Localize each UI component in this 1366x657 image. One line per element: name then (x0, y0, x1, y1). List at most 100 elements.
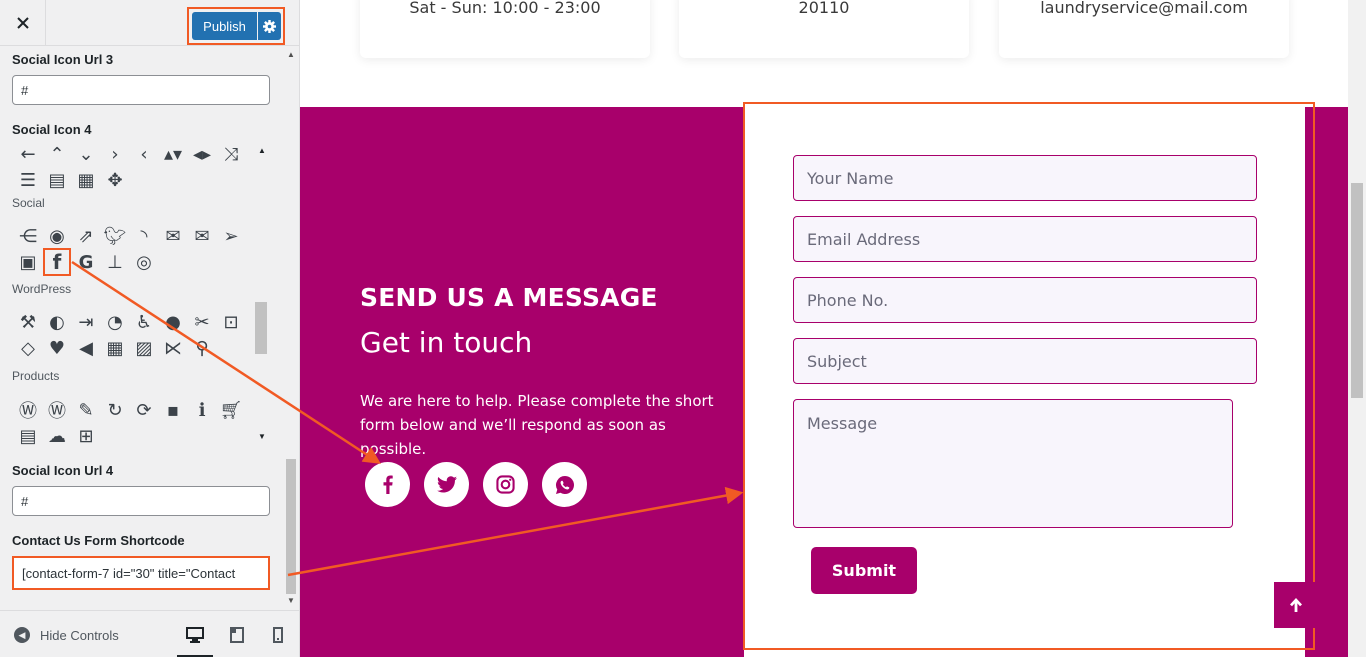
contact-form-shortcode-label: Contact Us Form Shortcode (12, 533, 185, 548)
rss-icon[interactable]: ◝ (132, 224, 156, 248)
hammer-icon[interactable]: ⚒ (16, 310, 40, 334)
facebook-icon (383, 475, 393, 494)
twitter-link[interactable] (424, 462, 469, 507)
customizer-sidebar: Publish Social Icon Url 3 Social Icon 4 … (0, 0, 300, 657)
icon-picker-scroll-thumb[interactable] (255, 302, 267, 354)
collapse-icon: ◀ (14, 627, 30, 643)
chart-area-icon[interactable]: ▨ (132, 336, 156, 360)
chevron-down-icon[interactable]: ⌄ (74, 142, 98, 166)
mobile-icon (273, 627, 283, 643)
performance-icon[interactable]: ◔ (103, 310, 127, 334)
wordpress-icon[interactable]: Ⓦ (16, 398, 40, 422)
nametag-icon[interactable]: ⊡ (219, 310, 243, 334)
edit-page-icon[interactable]: ✎ (74, 398, 98, 422)
preview-mobile-button[interactable] (268, 625, 288, 645)
shuffle-icon[interactable]: ⤨ (219, 142, 243, 166)
megaphone-icon[interactable]: ◀ (74, 336, 98, 360)
publish-button[interactable]: Publish (192, 12, 257, 40)
update-icon[interactable]: ↻ (103, 398, 127, 422)
preview-scrollbar[interactable] (1348, 0, 1366, 657)
close-button[interactable] (0, 0, 46, 46)
email-input[interactable]: Email Address (793, 216, 1257, 262)
art-icon[interactable]: ◐ (45, 310, 69, 334)
share-icon[interactable]: ⋲ (16, 224, 40, 248)
icon-picker-row: ☰ ▤ ▦ ✥ (16, 168, 127, 192)
tickets-icon[interactable]: ✂ (190, 310, 214, 334)
networking-icon[interactable]: ⊥ (103, 250, 127, 274)
move-icon[interactable]: ✥ (103, 168, 127, 192)
grid-view-icon[interactable]: ▦ (74, 168, 98, 192)
hide-controls-button[interactable]: ◀ Hide Controls (14, 627, 119, 643)
phone-input[interactable]: Phone No. (793, 277, 1257, 323)
sidebar-scrollbar[interactable]: ▲ ▼ (285, 46, 297, 610)
twitter-icon[interactable]: 🐦︎ (103, 224, 127, 248)
contact-form: Your Name Email Address Phone No. Subjec… (744, 107, 1305, 657)
universal-access-icon[interactable]: ♿ (132, 310, 156, 334)
contact-form-shortcode-input[interactable] (12, 556, 270, 590)
paper-plane-icon[interactable]: ➢ (219, 224, 243, 248)
submit-button[interactable]: Submit (811, 547, 917, 594)
subject-input[interactable]: Subject (793, 338, 1257, 384)
schedule-icon[interactable]: ▦ (103, 336, 127, 360)
publish-highlight: Publish (187, 7, 285, 45)
cloud-icon[interactable]: ☁ (45, 424, 69, 448)
icon-picker-row: ◇ ♥ ◀ ▦ ▨ ⋉ ⚲ (16, 336, 214, 360)
universal-access-alt-icon[interactable]: ● (161, 310, 185, 334)
preview-tablet-button[interactable] (227, 625, 247, 645)
clipboard-icon[interactable]: ◇ (16, 336, 40, 360)
social-icon-4-label: Social Icon 4 (12, 122, 92, 137)
scroll-down-icon[interactable]: ▼ (287, 596, 295, 605)
google-icon[interactable]: G (74, 250, 98, 274)
icon-picker-scrollbar[interactable]: ▲ ▼ (255, 142, 268, 448)
instagram-link[interactable] (483, 462, 528, 507)
social-icon-url-4-input[interactable] (12, 486, 270, 516)
networking-alt-icon[interactable]: ⋉ (161, 336, 185, 360)
preview-desktop-button[interactable] (177, 625, 213, 657)
social-icon-url-3-input[interactable] (12, 75, 270, 105)
search-icon[interactable]: ⚲ (190, 336, 214, 360)
instagram-icon (496, 475, 515, 494)
scroll-to-top-button[interactable] (1274, 582, 1318, 628)
update-alt-icon[interactable]: ⟳ (132, 398, 156, 422)
icon-group-wordpress-label: WordPress (12, 282, 72, 296)
excerpt-view-icon[interactable]: ▤ (45, 168, 69, 192)
sort-icon[interactable]: ▴▾ (161, 142, 185, 166)
list-view-icon[interactable]: ☰ (16, 168, 40, 192)
share-eye-icon[interactable]: ◉ (45, 224, 69, 248)
scroll-down-icon[interactable]: ▼ (258, 432, 266, 441)
sidebar-footer: ◀ Hide Controls (0, 610, 299, 657)
chevron-left-icon[interactable]: ‹ (132, 142, 156, 166)
facebook-link[interactable] (365, 462, 410, 507)
instagram-icon[interactable]: ◎ (132, 250, 156, 274)
email-icon[interactable]: ✉ (161, 224, 185, 248)
preview-scroll-thumb[interactable] (1351, 183, 1363, 398)
chevron-up-icon[interactable]: ⌃ (45, 142, 69, 166)
scroll-up-icon[interactable]: ▲ (287, 50, 295, 59)
facebook-square-icon[interactable]: ▣ (16, 250, 40, 274)
code-arrows-icon[interactable]: ◂▸ (190, 142, 214, 166)
wordpress-alt-icon[interactable]: Ⓦ (45, 398, 69, 422)
cart-icon[interactable]: 🛒︎ (219, 398, 243, 422)
info-icon[interactable]: ℹ (190, 398, 214, 422)
whatsapp-icon (555, 475, 574, 494)
sidebar-scroll-thumb[interactable] (286, 459, 296, 594)
sidebar-controls: Social Icon Url 3 Social Icon 4 ← ⌃ ⌄ › … (0, 46, 299, 610)
screenoptions-icon[interactable]: ▪ (161, 398, 185, 422)
feedback-icon[interactable]: ▤ (16, 424, 40, 448)
icon-picker-row: ← ⌃ ⌄ › ‹ ▴▾ ◂▸ ⤨ (16, 142, 243, 166)
translation-icon[interactable]: ⊞ (74, 424, 98, 448)
facebook-icon[interactable]: f (43, 248, 71, 276)
chevron-right-icon[interactable]: › (103, 142, 127, 166)
share-alt-icon[interactable]: ⇗ (74, 224, 98, 248)
whatsapp-link[interactable] (542, 462, 587, 507)
publish-settings-button[interactable] (258, 12, 281, 40)
email-alt-icon[interactable]: ✉ (190, 224, 214, 248)
migrate-icon[interactable]: ⇥ (74, 310, 98, 334)
heart-icon[interactable]: ♥ (45, 336, 69, 360)
arrow-left-icon[interactable]: ← (16, 142, 40, 166)
section-title: SEND US A MESSAGE (360, 283, 658, 312)
name-input[interactable]: Your Name (793, 155, 1257, 201)
icon-picker-row: ⚒ ◐ ⇥ ◔ ♿ ● ✂ ⊡ (16, 310, 243, 334)
scroll-up-icon[interactable]: ▲ (258, 146, 266, 155)
message-textarea[interactable]: Message (793, 399, 1233, 528)
